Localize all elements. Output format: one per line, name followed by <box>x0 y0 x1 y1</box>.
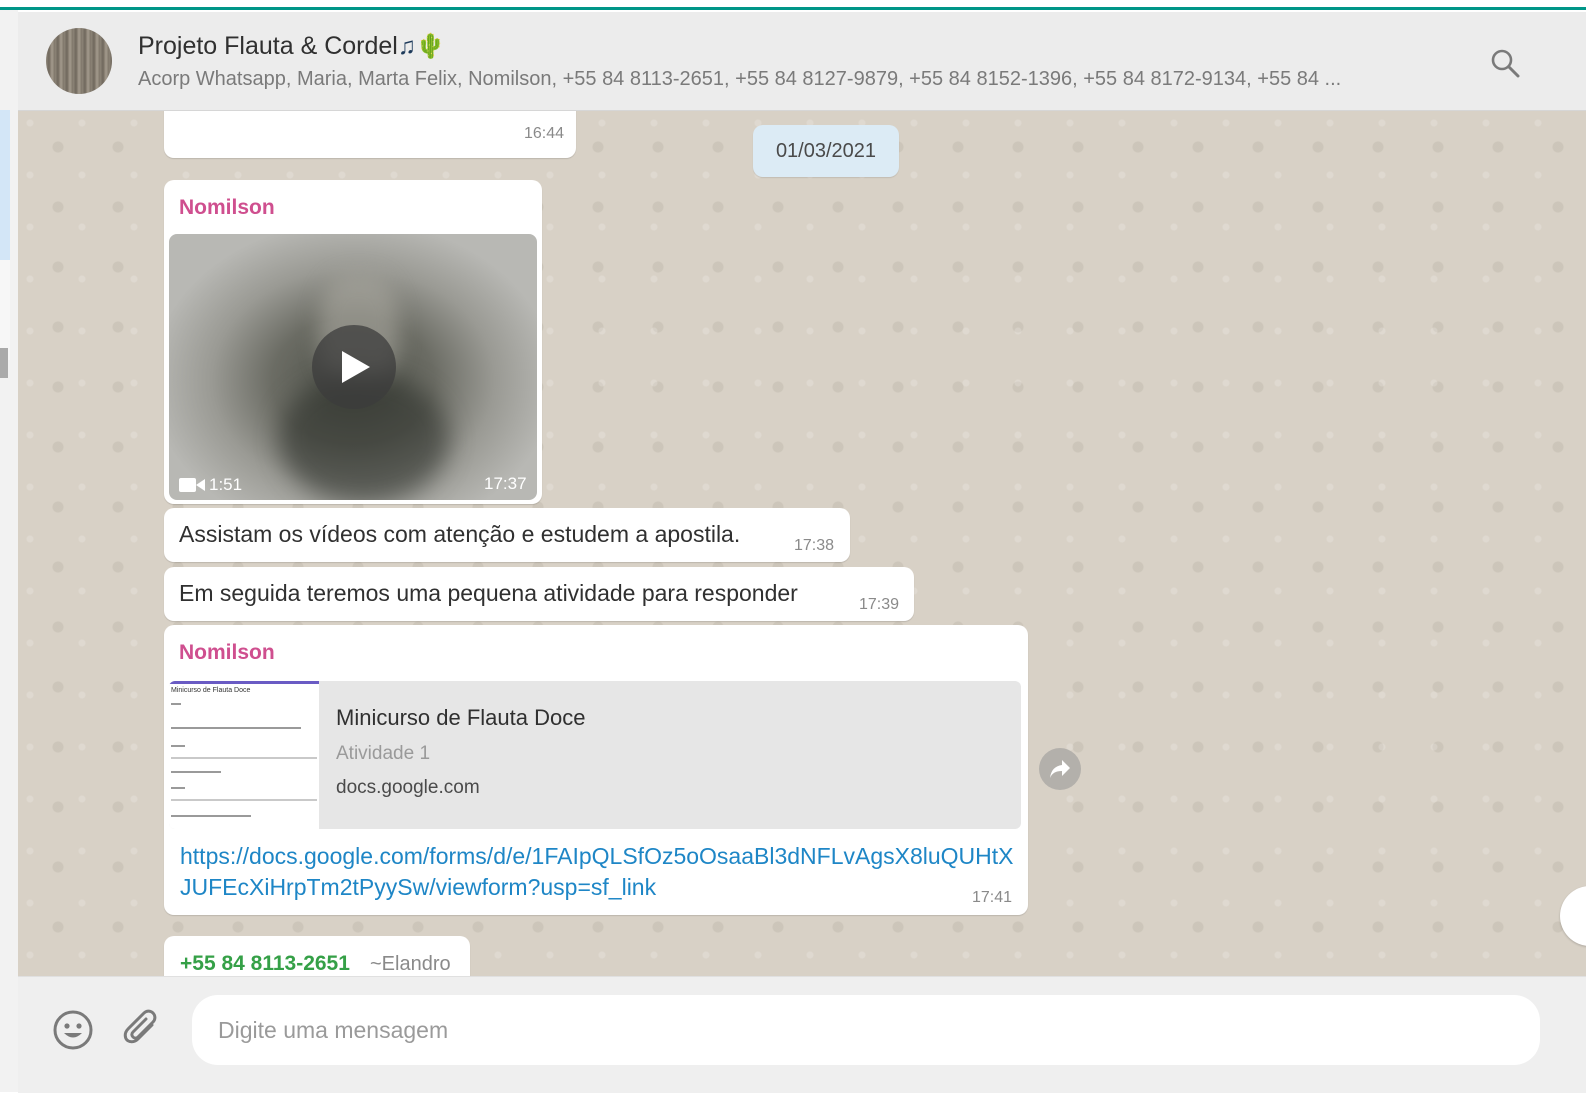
group-title[interactable]: Projeto Flauta & Cordel♫🌵 <box>138 32 446 61</box>
sender-name[interactable]: Nomilson <box>179 196 275 220</box>
forward-button[interactable] <box>1039 748 1081 790</box>
message-bubble-previous[interactable]: 16:44 <box>164 111 576 158</box>
musical-notes-icon: ♫ <box>397 33 416 60</box>
thumb-heading: Minicurso de Flauta Doce <box>171 687 251 694</box>
group-avatar[interactable] <box>46 28 112 94</box>
message-time: 16:44 <box>524 125 565 142</box>
cactus-icon: 🌵 <box>415 33 446 60</box>
thumb-accent-bar <box>169 681 319 684</box>
selected-chat-indicator <box>0 110 10 260</box>
sender-alias: ~Elandro <box>370 953 451 975</box>
video-camera-icon <box>179 478 205 492</box>
group-title-text: Projeto Flauta & Cordel <box>138 32 398 60</box>
link-preview-title: Minicurso de Flauta Doce <box>336 705 586 730</box>
play-button[interactable] <box>312 325 396 409</box>
window-top-border <box>0 0 1586 10</box>
paperclip-icon[interactable] <box>122 1009 162 1051</box>
scroll-down-button[interactable] <box>1560 886 1586 946</box>
thumb-line <box>171 745 185 747</box>
message-bubble-video[interactable]: Nomilson 1:51 17:37 <box>164 180 542 504</box>
thumb-line <box>171 703 181 705</box>
thumb-line <box>171 787 185 789</box>
scrollbar-thumb[interactable] <box>0 348 8 378</box>
forward-icon <box>1050 760 1070 778</box>
date-separator: 01/03/2021 <box>753 125 899 177</box>
group-participants: Acorp Whatsapp, Maria, Marta Felix, Nomi… <box>138 68 1342 90</box>
message-text: Assistam os vídeos com atenção e estudem… <box>179 521 741 547</box>
chat-header[interactable]: Projeto Flauta & Cordel♫🌵 Acorp Whatsapp… <box>18 12 1586 111</box>
thumb-line <box>171 757 317 759</box>
message-bubble-partial[interactable]: +55 84 8113-2651 ~Elandro <box>164 936 470 976</box>
message-link[interactable]: https://docs.google.com/forms/d/e/1FAIpQ… <box>180 841 1020 903</box>
search-icon[interactable] <box>1490 48 1520 78</box>
thumb-line <box>171 799 317 801</box>
message-composer <box>18 976 1586 1093</box>
message-bubble-text[interactable]: Em seguida teremos uma pequena atividade… <box>164 567 914 621</box>
left-panel-edge <box>0 10 18 1092</box>
link-preview-domain: docs.google.com <box>336 777 480 798</box>
message-text: Em seguida teremos uma pequena atividade… <box>179 580 798 606</box>
thumb-line <box>171 815 251 817</box>
message-time: 17:39 <box>859 596 900 613</box>
message-input[interactable] <box>192 995 1540 1065</box>
message-time: 17:38 <box>794 537 835 554</box>
sender-name[interactable]: Nomilson <box>179 641 275 665</box>
link-preview-thumbnail: Minicurso de Flauta Doce <box>169 681 319 829</box>
emoji-icon[interactable] <box>52 1009 94 1051</box>
video-duration: 1:51 <box>209 475 243 494</box>
play-icon <box>342 351 370 383</box>
chat-list-fragment <box>0 260 10 360</box>
thumb-line <box>171 771 221 773</box>
message-list[interactable]: 16:44 01/03/2021 Nomilson 1:51 17:37 Ass… <box>18 111 1586 976</box>
message-time: 17:37 <box>484 474 527 493</box>
video-thumbnail[interactable]: 1:51 17:37 <box>169 234 537 500</box>
message-time: 17:41 <box>972 889 1013 906</box>
link-preview-card[interactable]: Minicurso de Flauta Doce Minicurso de Fl… <box>169 681 1021 829</box>
sender-phone[interactable]: +55 84 8113-2651 <box>180 952 350 976</box>
link-preview-description: Atividade 1 <box>336 743 431 764</box>
thumb-line <box>171 727 301 729</box>
message-bubble-text[interactable]: Assistam os vídeos com atenção e estudem… <box>164 508 850 562</box>
